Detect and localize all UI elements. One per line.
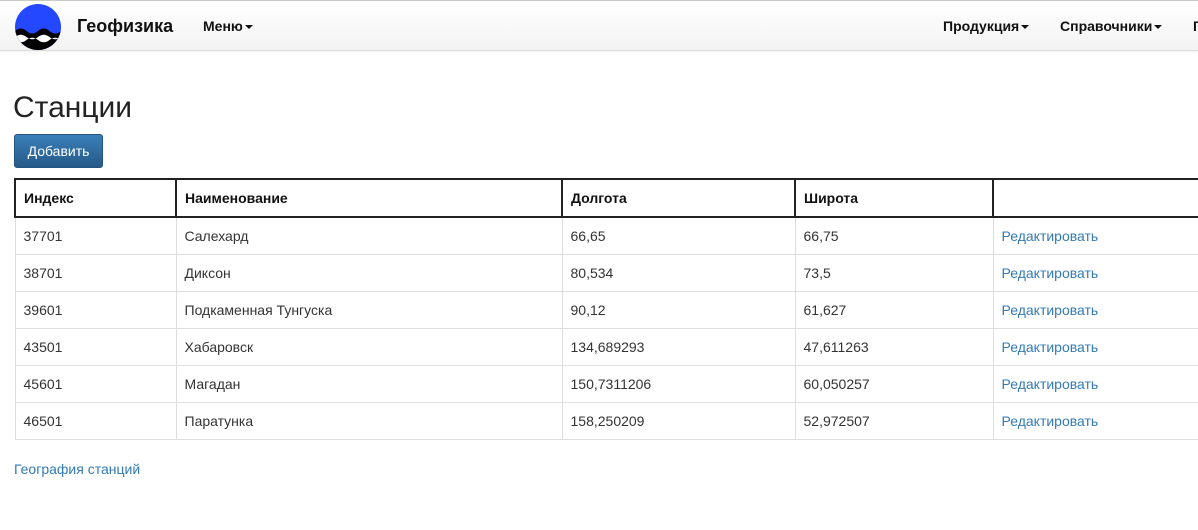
cell-actions: Редактировать [992, 254, 1198, 292]
column-header-actions [992, 178, 1198, 218]
cell-latitude: 60,050257 [794, 365, 994, 403]
table-row: 39601 Подкаменная Тунгуска 90,12 61,627 … [14, 291, 1198, 329]
cell-index: 46501 [14, 402, 177, 440]
cell-name: Хабаровск [175, 328, 563, 366]
cell-name: Подкаменная Тунгуска [175, 291, 563, 329]
cell-longitude: 150,7311206 [561, 365, 796, 403]
cell-latitude: 73,5 [794, 254, 994, 292]
column-header-longitude: Долгота [561, 178, 796, 218]
column-header-name: Наименование [175, 178, 563, 218]
cell-longitude: 66,65 [561, 216, 796, 255]
navbar: Геофизика Меню Продукция Справочники Г [0, 0, 1198, 51]
table-row: 38701 Диксон 80,534 73,5 Редактировать [14, 254, 1198, 292]
products-dropdown-label: Продукция [943, 18, 1020, 34]
cell-latitude: 47,611263 [794, 328, 994, 366]
cell-index: 39601 [14, 291, 177, 329]
cell-index: 45601 [14, 365, 177, 403]
edit-link[interactable]: Редактировать [1002, 302, 1099, 318]
caret-down-icon [1154, 25, 1163, 30]
caret-down-icon [244, 25, 253, 30]
edit-link[interactable]: Редактировать [1002, 376, 1099, 392]
table-row: 43501 Хабаровск 134,689293 47,611263 Ред… [14, 328, 1198, 366]
cell-latitude: 61,627 [794, 291, 994, 329]
stations-table: Индекс Наименование Долгота Широта 37701… [14, 178, 1198, 440]
page-title: Станции [13, 91, 133, 124]
cell-name: Диксон [175, 254, 563, 292]
table-header-row: Индекс Наименование Долгота Широта [14, 178, 1198, 218]
cell-name: Салехард [175, 216, 563, 255]
edit-link[interactable]: Редактировать [1002, 228, 1099, 244]
edit-link[interactable]: Редактировать [1002, 339, 1099, 355]
cell-longitude: 90,12 [561, 291, 796, 329]
add-station-button[interactable]: Добавить [14, 134, 103, 168]
menu-dropdown[interactable]: Меню [203, 18, 253, 34]
column-header-latitude: Широта [794, 178, 994, 218]
edit-link[interactable]: Редактировать [1002, 413, 1099, 429]
nav-item-cut-off[interactable]: Г [1193, 18, 1198, 34]
table-row: 37701 Салехард 66,65 66,75 Редактировать [14, 216, 1198, 255]
references-dropdown[interactable]: Справочники [1060, 18, 1163, 34]
cell-latitude: 66,75 [794, 216, 994, 255]
cell-actions: Редактировать [992, 328, 1198, 366]
table-row: 46501 Паратунка 158,250209 52,972507 Ред… [14, 402, 1198, 440]
table-row: 45601 Магадан 150,7311206 60,050257 Реда… [14, 365, 1198, 403]
menu-dropdown-label: Меню [203, 18, 243, 34]
references-dropdown-label: Справочники [1060, 18, 1153, 34]
cell-index: 43501 [14, 328, 177, 366]
column-header-index: Индекс [14, 178, 177, 218]
cell-index: 38701 [14, 254, 177, 292]
products-dropdown[interactable]: Продукция [943, 18, 1030, 34]
cell-longitude: 134,689293 [561, 328, 796, 366]
cell-index: 37701 [14, 216, 177, 255]
cell-actions: Редактировать [992, 291, 1198, 329]
caret-down-icon [1021, 25, 1030, 30]
cell-longitude: 80,534 [561, 254, 796, 292]
cell-latitude: 52,972507 [794, 402, 994, 440]
stations-geography-link[interactable]: География станций [14, 461, 140, 477]
cell-actions: Редактировать [992, 402, 1198, 440]
cell-actions: Редактировать [992, 216, 1198, 255]
cell-name: Паратунка [175, 402, 563, 440]
cell-name: Магадан [175, 365, 563, 403]
edit-link[interactable]: Редактировать [1002, 265, 1099, 281]
brand-name[interactable]: Геофизика [77, 16, 173, 37]
cell-actions: Редактировать [992, 365, 1198, 403]
geofizika-logo-icon[interactable] [15, 4, 61, 50]
cell-longitude: 158,250209 [561, 402, 796, 440]
